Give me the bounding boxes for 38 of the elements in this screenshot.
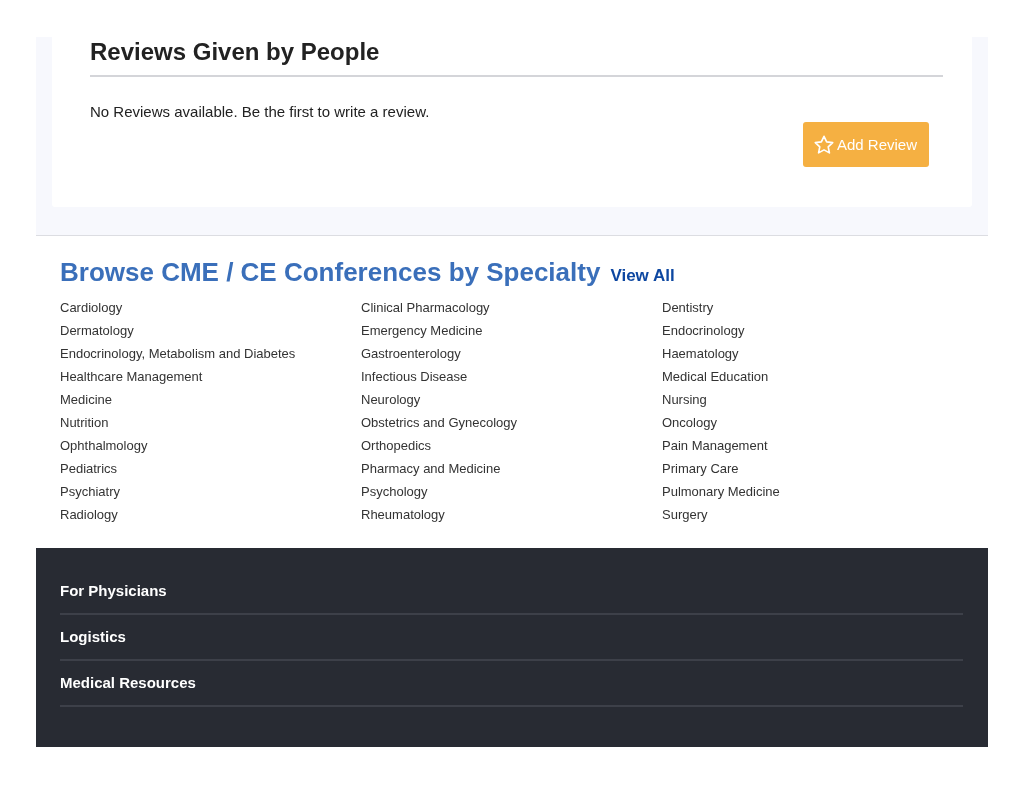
specialty-link[interactable]: Medicine bbox=[60, 388, 361, 411]
footer-section-link[interactable]: Medical Resources bbox=[60, 673, 196, 693]
specialty-link[interactable]: Clinical Pharmacology bbox=[361, 296, 662, 319]
view-all-link[interactable]: View All bbox=[610, 266, 675, 286]
specialty-link[interactable]: Cardiology bbox=[60, 296, 361, 319]
specialty-link[interactable]: Nutrition bbox=[60, 411, 361, 434]
specialty-link[interactable]: Pharmacy and Medicine bbox=[361, 457, 662, 480]
specialty-link[interactable]: Endocrinology, Metabolism and Diabetes bbox=[60, 342, 361, 365]
specialty-link[interactable]: Medical Education bbox=[662, 365, 963, 388]
specialty-link[interactable]: Psychiatry bbox=[60, 480, 361, 503]
section-heading: Browse CME / CE Conferences by Specialty bbox=[60, 256, 601, 288]
star-icon bbox=[812, 133, 835, 156]
specialty-link[interactable]: Haematology bbox=[662, 342, 963, 365]
section-heading: Reviews Given by People bbox=[90, 37, 943, 77]
specialty-link[interactable]: Oncology bbox=[662, 411, 963, 434]
specialty-link[interactable]: Ophthalmology bbox=[60, 434, 361, 457]
specialty-link[interactable]: Gastroenterology bbox=[361, 342, 662, 365]
specialty-link[interactable]: Primary Care bbox=[662, 457, 963, 480]
specialty-link[interactable]: Obstetrics and Gynecology bbox=[361, 411, 662, 434]
specialty-link[interactable]: Endocrinology bbox=[662, 319, 963, 342]
specialty-link[interactable]: Surgery bbox=[662, 503, 963, 526]
specialty-link[interactable]: Radiology bbox=[60, 503, 361, 526]
specialty-link[interactable]: Neurology bbox=[361, 388, 662, 411]
specialty-link[interactable]: Rheumatology bbox=[361, 503, 662, 526]
specialty-link[interactable]: Dermatology bbox=[60, 319, 361, 342]
specialty-link[interactable]: Infectious Disease bbox=[361, 365, 662, 388]
footer-section-link[interactable]: For Physicians bbox=[60, 581, 167, 601]
specialty-link[interactable]: Dentistry bbox=[662, 296, 963, 319]
specialty-link[interactable]: Pediatrics bbox=[60, 457, 361, 480]
specialty-link[interactable]: Nursing bbox=[662, 388, 963, 411]
specialty-link[interactable]: Pulmonary Medicine bbox=[662, 480, 963, 503]
specialty-link[interactable]: Emergency Medicine bbox=[361, 319, 662, 342]
specialty-link[interactable]: Healthcare Management bbox=[60, 365, 361, 388]
specialty-link[interactable]: Orthopedics bbox=[361, 434, 662, 457]
specialty-link[interactable]: Pain Management bbox=[662, 434, 963, 457]
footer-section-link[interactable]: Logistics bbox=[60, 627, 126, 647]
specialty-link[interactable]: Psychology bbox=[361, 480, 662, 503]
empty-message: No Reviews available. Be the first to write a review. bbox=[90, 103, 431, 120]
